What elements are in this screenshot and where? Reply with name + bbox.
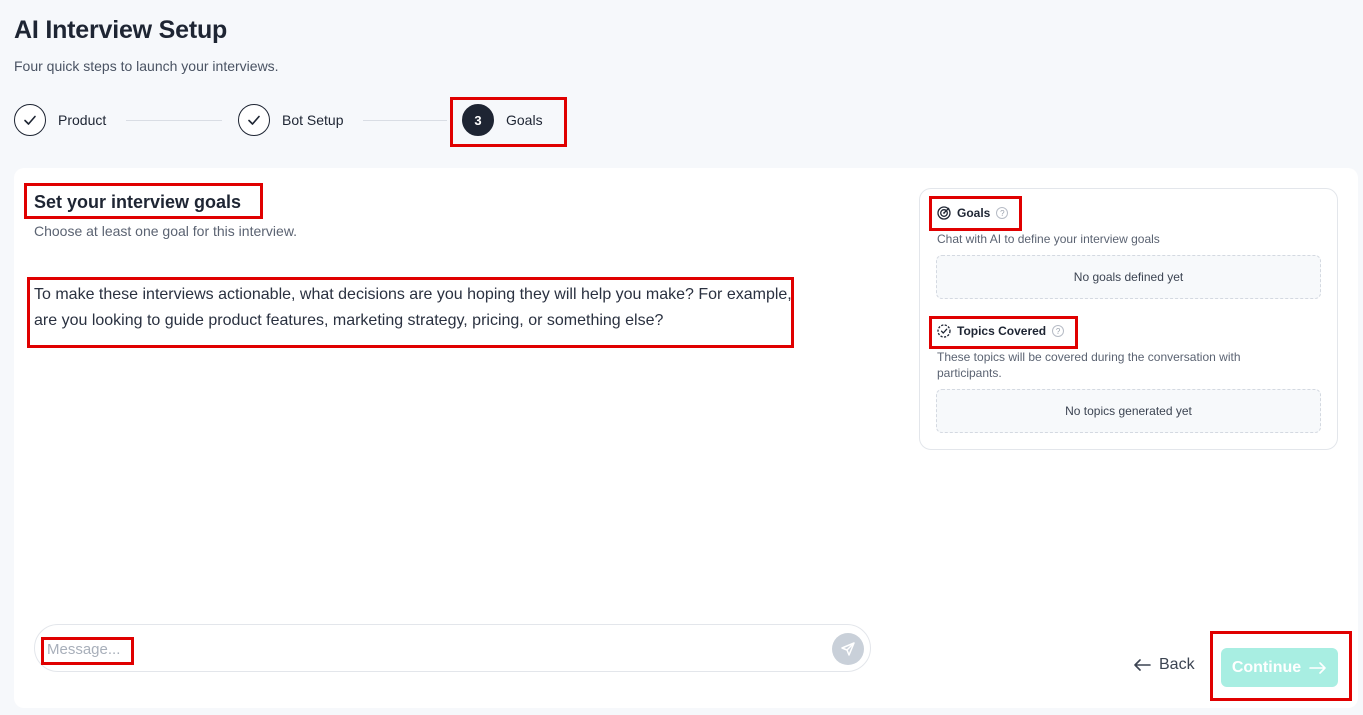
check-icon — [238, 104, 270, 136]
goals-empty-state: No goals defined yet — [936, 255, 1321, 299]
help-icon[interactable]: ? — [996, 207, 1009, 219]
step-divider — [363, 120, 447, 121]
target-icon — [937, 206, 951, 220]
back-label: Back — [1159, 656, 1195, 673]
step-number: 3 — [462, 104, 494, 136]
topics-title: Topics Covered — [957, 324, 1047, 338]
page: AI Interview Setup Four quick steps to l… — [0, 0, 1363, 715]
send-button[interactable] — [832, 633, 864, 665]
step-label: Product — [58, 112, 107, 128]
check-icon — [14, 104, 46, 136]
section-heading: Set your interview goals — [34, 192, 242, 212]
help-icon[interactable]: ? — [1052, 325, 1065, 337]
arrow-right-icon — [1309, 661, 1326, 674]
topics-header: Topics Covered ? — [937, 324, 1065, 338]
topics-description: These topics will be covered during the … — [937, 350, 1241, 380]
send-icon — [841, 642, 855, 656]
step-bot-setup[interactable]: Bot Setup — [238, 104, 344, 136]
goals-description: Chat with AI to define your interview go… — [937, 232, 1160, 246]
bot-message: To make these interviews actionable, wha… — [34, 286, 792, 329]
section-subheading: Choose at least one goal for this interv… — [34, 223, 298, 239]
page-subtitle: Four quick steps to launch your intervie… — [14, 58, 279, 74]
back-button[interactable]: Back — [1133, 656, 1195, 674]
message-box — [34, 624, 871, 672]
arrow-left-icon — [1134, 659, 1151, 671]
step-label: Goals — [506, 112, 543, 128]
message-input[interactable] — [47, 638, 787, 660]
step-divider — [126, 120, 222, 121]
stepper: Product Bot Setup 3 Goals — [14, 98, 574, 144]
page-title: AI Interview Setup — [14, 16, 228, 44]
topics-icon — [937, 324, 951, 338]
topics-empty-state: No topics generated yet — [936, 389, 1321, 433]
step-product[interactable]: Product — [14, 104, 106, 136]
goals-title: Goals — [957, 206, 991, 220]
continue-button[interactable]: Continue — [1221, 648, 1338, 687]
continue-label: Continue — [1231, 658, 1302, 676]
goals-header: Goals ? — [937, 206, 1009, 220]
step-label: Bot Setup — [282, 112, 344, 128]
step-goals[interactable]: 3 Goals — [462, 104, 543, 136]
